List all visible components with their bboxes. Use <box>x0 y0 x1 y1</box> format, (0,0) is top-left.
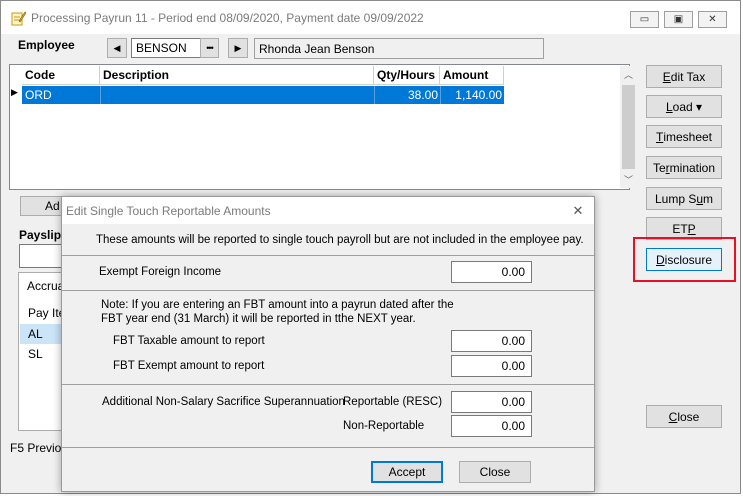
dialog-titlebar[interactable]: Edit Single Touch Reportable Amounts ✕ <box>62 197 594 224</box>
accruals-tab[interactable]: Accrua <box>27 279 64 293</box>
pay-items-header: Pay Ite <box>28 306 66 320</box>
column-header-description[interactable]: Description <box>100 66 374 85</box>
row-amount: 1,140.00 <box>455 88 502 102</box>
dialog-intro-text: These amounts will be reported to single… <box>96 234 584 246</box>
notepad-pencil-icon <box>11 11 26 26</box>
window-title: Processing Payrun 11 - Period end 08/09/… <box>31 11 424 25</box>
load-button[interactable]: Load ▾ <box>646 95 722 118</box>
dialog-close-button[interactable]: Close <box>459 461 531 483</box>
section-divider <box>62 447 594 448</box>
exempt-foreign-income-label: Exempt Foreign Income <box>99 266 222 278</box>
fbt-note-line-2: FBT year end (31 March) it will be repor… <box>101 313 416 325</box>
non-reportable-input[interactable]: 0.00 <box>451 415 532 437</box>
prev-employee-button[interactable]: ◀ <box>107 38 127 58</box>
accept-button[interactable]: Accept <box>371 461 443 483</box>
section-divider <box>62 255 594 256</box>
column-header-amount[interactable]: Amount <box>440 66 504 85</box>
table-row[interactable]: ORD 38.00 1,140.00 <box>22 86 504 104</box>
section-divider <box>62 290 594 291</box>
edit-tax-button[interactable]: Edit Tax <box>646 65 722 88</box>
exempt-foreign-income-input[interactable]: 0.00 <box>451 261 532 283</box>
disclosure-button[interactable]: Disclosure <box>646 248 722 271</box>
fbt-exempt-label: FBT Exempt amount to report <box>113 360 265 372</box>
row-indicator-icon: ▶ <box>11 87 18 97</box>
dialog-close-icon[interactable]: ✕ <box>568 202 588 220</box>
close-main-button[interactable]: Close <box>646 405 722 428</box>
restore-icon: ▣ <box>673 14 684 25</box>
minimize-icon: ▭ <box>639 14 650 25</box>
employee-lookup-button[interactable]: ••• <box>200 38 219 58</box>
column-header-code[interactable]: Code <box>22 66 100 85</box>
close-icon: ✕ <box>708 14 717 25</box>
status-bar-text: F5 Previou <box>10 441 69 455</box>
ellipsis-icon: ••• <box>206 43 214 53</box>
reportable-resc-input[interactable]: 0.00 <box>451 391 532 413</box>
section-divider <box>62 384 594 385</box>
scroll-thumb[interactable] <box>622 85 635 169</box>
prev-arrow-icon: ◀ <box>113 42 121 53</box>
fbt-exempt-input[interactable]: 0.00 <box>451 355 532 377</box>
dialog-title: Edit Single Touch Reportable Amounts <box>66 204 271 218</box>
restore-button[interactable]: ▣ <box>664 11 693 28</box>
pay-lines-grid[interactable]: Code Description Qty/Hours Amount ▶ ORD … <box>9 64 637 190</box>
scroll-up-icon[interactable]: ︿ <box>620 66 637 83</box>
minimize-button[interactable]: ▭ <box>630 11 659 28</box>
next-arrow-icon: ▶ <box>234 42 242 53</box>
column-header-qty[interactable]: Qty/Hours <box>374 66 440 85</box>
employee-code-field[interactable]: BENSON <box>131 38 201 58</box>
timesheet-button[interactable]: Timesheet <box>646 125 722 148</box>
window-titlebar[interactable]: Processing Payrun 11 - Period end 08/09/… <box>1 1 740 34</box>
employee-label: Employee <box>18 38 75 52</box>
non-reportable-label: Non-Reportable <box>343 420 425 432</box>
grid-vertical-scrollbar[interactable]: ︿ ﹀ <box>620 66 637 188</box>
close-window-button[interactable]: ✕ <box>698 11 727 28</box>
fbt-taxable-input[interactable]: 0.00 <box>451 330 532 352</box>
termination-button[interactable]: Te r mination <box>646 156 722 179</box>
next-employee-button[interactable]: ▶ <box>228 38 248 58</box>
reportable-resc-label: Reportable (RESC) <box>343 396 443 408</box>
row-code: ORD <box>25 88 52 102</box>
row-qty: 38.00 <box>407 88 438 102</box>
super-label: Additional Non-Salary Sacrifice Superann… <box>102 396 345 408</box>
scroll-down-icon[interactable]: ﹀ <box>620 171 637 188</box>
fbt-note-line-1: Note: If you are entering an FBT amount … <box>101 299 454 311</box>
fbt-taxable-label: FBT Taxable amount to report <box>113 335 265 347</box>
lump-sum-button[interactable]: Lump Sum <box>646 187 722 210</box>
employee-name-field: Rhonda Jean Benson <box>254 38 544 59</box>
cell-divider <box>100 86 101 104</box>
reportable-amounts-dialog: Edit Single Touch Reportable Amounts ✕ T… <box>61 196 595 492</box>
